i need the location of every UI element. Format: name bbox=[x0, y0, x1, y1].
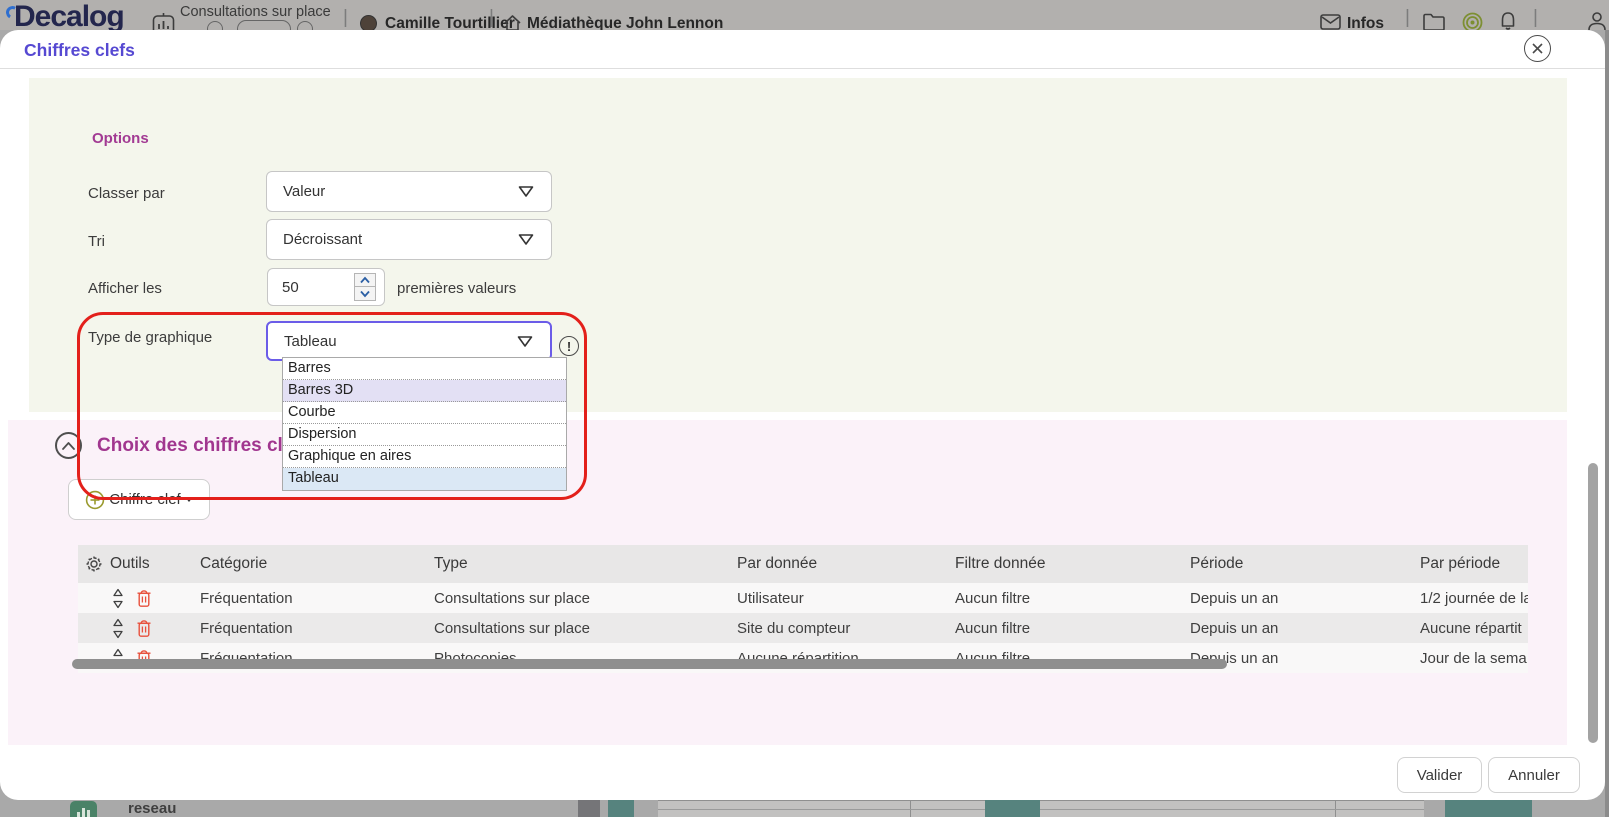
add-button-label: Chiffre clef bbox=[109, 491, 180, 508]
bell-icon bbox=[1498, 11, 1518, 32]
column-header: Type bbox=[434, 545, 737, 583]
dropdown-option-dispersion[interactable]: Dispersion bbox=[283, 424, 566, 446]
table-row: Fréquentation Consultations sur place Ut… bbox=[78, 583, 1528, 613]
screen: Decalog Consultations sur place | Camill… bbox=[0, 0, 1609, 817]
field-label-afficher-les: Afficher les bbox=[88, 280, 162, 297]
spinner-down-icon bbox=[359, 290, 371, 298]
cell-par-donnee: Utilisateur bbox=[737, 583, 955, 613]
classer-par-select[interactable]: Valeur bbox=[266, 171, 552, 212]
cell-type: Consultations sur place bbox=[434, 583, 737, 613]
spinner-up-icon bbox=[359, 276, 371, 284]
background-block bbox=[985, 800, 1040, 817]
dropdown-option-barres-3d[interactable]: Barres 3D bbox=[283, 380, 566, 402]
type-graphique-dropdown-list: Barres Barres 3D Courbe Dispersion Graph… bbox=[282, 357, 567, 491]
cell-par-donnee: Site du compteur bbox=[737, 613, 955, 643]
dropdown-option-courbe[interactable]: Courbe bbox=[283, 402, 566, 424]
cell-categorie: Fréquentation bbox=[200, 583, 434, 613]
chevron-down-icon bbox=[516, 335, 534, 348]
background-block bbox=[608, 800, 634, 817]
field-label-tri: Tri bbox=[88, 233, 105, 250]
quantity-stepper[interactable]: 50 bbox=[267, 268, 385, 306]
topbar-context-label: Consultations sur place bbox=[180, 4, 331, 20]
cell-periode: Depuis un an bbox=[1190, 613, 1420, 643]
column-header: Par période bbox=[1420, 545, 1528, 583]
cell-periode: Depuis un an bbox=[1190, 583, 1420, 613]
options-panel bbox=[29, 78, 1567, 412]
modal-title: Chiffres clefs bbox=[24, 40, 135, 61]
dropdown-option-barres[interactable]: Barres bbox=[283, 358, 566, 380]
topbar-separator: | bbox=[1533, 7, 1538, 29]
choix-section-title: Choix des chiffres clefs bbox=[97, 435, 310, 457]
topbar-separator: | bbox=[489, 7, 494, 29]
table-row: Fréquentation Consultations sur place Si… bbox=[78, 613, 1528, 643]
classer-par-value: Valeur bbox=[283, 183, 517, 200]
background-topbar: Decalog Consultations sur place | Camill… bbox=[0, 0, 1609, 30]
folder-icon bbox=[1422, 13, 1446, 31]
close-icon bbox=[1531, 42, 1544, 55]
close-button[interactable] bbox=[1524, 35, 1551, 62]
field-label-type-graphique: Type de graphique bbox=[88, 329, 212, 346]
drag-handle-icon[interactable] bbox=[111, 588, 125, 609]
background-block bbox=[578, 800, 600, 817]
chart-widget-icon bbox=[70, 801, 97, 817]
cell-periode: Depuis un an bbox=[1190, 643, 1420, 673]
column-header: Catégorie bbox=[200, 545, 434, 583]
plus-icon bbox=[85, 490, 105, 510]
dropdown-option-graphique-en-aires[interactable]: Graphique en aires bbox=[283, 446, 566, 468]
spinner-up-button[interactable] bbox=[354, 273, 376, 287]
background-table bbox=[658, 800, 1424, 817]
type-graphique-select[interactable]: Tableau bbox=[266, 321, 552, 361]
column-header: Par donnée bbox=[737, 545, 955, 583]
chevron-down-icon bbox=[517, 185, 535, 198]
background-bottom-strip: reseau bbox=[0, 800, 1609, 817]
chiffres-table: Outils Catégorie Type Par donnée Filtre … bbox=[78, 545, 1528, 673]
quantity-value: 50 bbox=[282, 279, 354, 296]
column-header: Outils bbox=[110, 555, 150, 573]
validate-button[interactable]: Valider bbox=[1397, 757, 1482, 793]
tri-select[interactable]: Décroissant bbox=[266, 219, 552, 260]
topbar-separator: | bbox=[1405, 7, 1410, 29]
horizontal-scrollbar[interactable] bbox=[72, 659, 1227, 669]
gear-icon[interactable] bbox=[85, 555, 103, 573]
chiffres-clefs-modal: Chiffres clefs Options Classer par Valeu… bbox=[0, 30, 1605, 800]
chevron-down-icon bbox=[517, 233, 535, 246]
field-label-classer-par: Classer par bbox=[88, 185, 165, 202]
trash-icon[interactable] bbox=[136, 589, 152, 608]
cell-par-periode: 1/2 journée de la bbox=[1420, 583, 1528, 613]
dropdown-option-tableau[interactable]: Tableau bbox=[283, 468, 566, 490]
tri-value: Décroissant bbox=[283, 231, 517, 248]
drag-handle-icon[interactable] bbox=[111, 618, 125, 639]
cell-filtre-donnee: Aucun filtre bbox=[955, 613, 1190, 643]
column-header: Période bbox=[1190, 545, 1420, 583]
cell-type: Consultations sur place bbox=[434, 613, 737, 643]
cell-categorie: Fréquentation bbox=[200, 613, 434, 643]
topbar-separator: | bbox=[343, 7, 348, 29]
add-chiffre-clef-button[interactable]: Chiffre clef bbox=[68, 479, 210, 520]
options-section-title: Options bbox=[92, 130, 149, 147]
app-logo: Decalog bbox=[14, 0, 124, 34]
table-header-row: Outils Catégorie Type Par donnée Filtre … bbox=[78, 545, 1528, 583]
person-icon bbox=[1586, 10, 1608, 32]
column-header: Filtre donnée bbox=[955, 545, 1190, 583]
chevron-up-icon bbox=[61, 441, 76, 451]
type-graphique-value: Tableau bbox=[284, 333, 516, 350]
title-divider bbox=[0, 68, 1605, 69]
cancel-button[interactable]: Annuler bbox=[1488, 757, 1580, 793]
vertical-scrollbar[interactable] bbox=[1588, 463, 1598, 743]
warning-icon: ! bbox=[559, 336, 579, 356]
cell-par-periode: Aucune répartit bbox=[1420, 613, 1528, 643]
background-right-strip bbox=[1605, 30, 1609, 817]
collapse-section-button[interactable] bbox=[55, 432, 82, 459]
caret-down-icon bbox=[185, 497, 193, 502]
cell-par-periode: Jour de la sema bbox=[1420, 643, 1528, 673]
background-block bbox=[1445, 800, 1532, 817]
field-suffix-premieres-valeurs: premières valeurs bbox=[397, 280, 516, 297]
spinner-down-button[interactable] bbox=[354, 287, 376, 301]
background-reseau-label: reseau bbox=[128, 800, 176, 817]
trash-icon[interactable] bbox=[136, 619, 152, 638]
envelope-icon bbox=[1320, 14, 1341, 30]
cell-filtre-donnee: Aucun filtre bbox=[955, 583, 1190, 613]
